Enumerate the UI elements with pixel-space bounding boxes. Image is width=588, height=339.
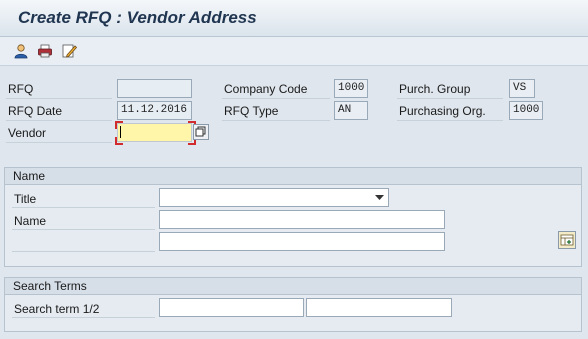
- person-icon-button[interactable]: [12, 42, 30, 60]
- rfq-field[interactable]: [117, 79, 192, 98]
- chevron-down-icon[interactable]: [375, 195, 384, 201]
- purch-group-label: Purch. Group: [399, 82, 471, 96]
- printer-icon: [38, 44, 52, 58]
- purchasing-org-underline: [397, 120, 503, 121]
- search-term-label: Search term 1/2: [14, 302, 100, 316]
- name-group-title: Name: [5, 168, 581, 185]
- title-underline: [12, 207, 155, 208]
- name-input-1[interactable]: [159, 210, 445, 229]
- expand-fields-icon: [560, 234, 574, 246]
- required-marker-bl: [115, 137, 123, 145]
- rfq-underline: [6, 98, 112, 99]
- rfq-type-underline: [222, 120, 330, 121]
- person-icon: [14, 44, 28, 59]
- print-button[interactable]: [36, 42, 54, 60]
- title-bar: Create RFQ : Vendor Address: [0, 0, 588, 37]
- rfq-type-label: RFQ Type: [224, 104, 279, 118]
- purch-group-underline: [397, 98, 503, 99]
- search-term-2-input[interactable]: [306, 298, 452, 317]
- rfq-label: RFQ: [8, 82, 34, 96]
- rfq-date-field[interactable]: 11.12.2016: [117, 101, 192, 120]
- name-underline: [12, 229, 155, 230]
- required-marker-tl: [115, 121, 123, 129]
- vendor-underline: [6, 142, 112, 143]
- rfq-date-underline: [6, 120, 112, 121]
- value-help-icon: [195, 126, 206, 137]
- search-term-underline: [12, 317, 155, 318]
- search-term-1-input[interactable]: [159, 298, 304, 317]
- search-terms-group-title: Search Terms: [5, 278, 581, 295]
- vendor-search-help-button[interactable]: [193, 124, 209, 140]
- purchasing-org-label: Purchasing Org.: [399, 104, 486, 118]
- title-dropdown[interactable]: [159, 188, 389, 207]
- name-input-2[interactable]: [159, 232, 445, 251]
- purch-group-field[interactable]: VS: [509, 79, 535, 98]
- more-fields-button[interactable]: [558, 231, 576, 249]
- edit-button[interactable]: [60, 42, 78, 60]
- vendor-label: Vendor: [8, 126, 47, 140]
- title-label: Title: [14, 192, 37, 206]
- application-toolbar: [0, 37, 588, 66]
- name2-underline: [12, 251, 155, 252]
- rfq-date-label: RFQ Date: [8, 104, 63, 118]
- company-code-underline: [222, 98, 330, 99]
- company-code-label: Company Code: [224, 82, 308, 96]
- edit-note-icon: [62, 44, 77, 58]
- page-title: Create RFQ : Vendor Address: [18, 8, 257, 27]
- purchasing-org-field[interactable]: 1000: [509, 101, 543, 120]
- vendor-field[interactable]: [117, 123, 192, 142]
- name-label: Name: [14, 214, 47, 228]
- rfq-type-field[interactable]: AN: [334, 101, 368, 120]
- company-code-field[interactable]: 1000: [334, 79, 368, 98]
